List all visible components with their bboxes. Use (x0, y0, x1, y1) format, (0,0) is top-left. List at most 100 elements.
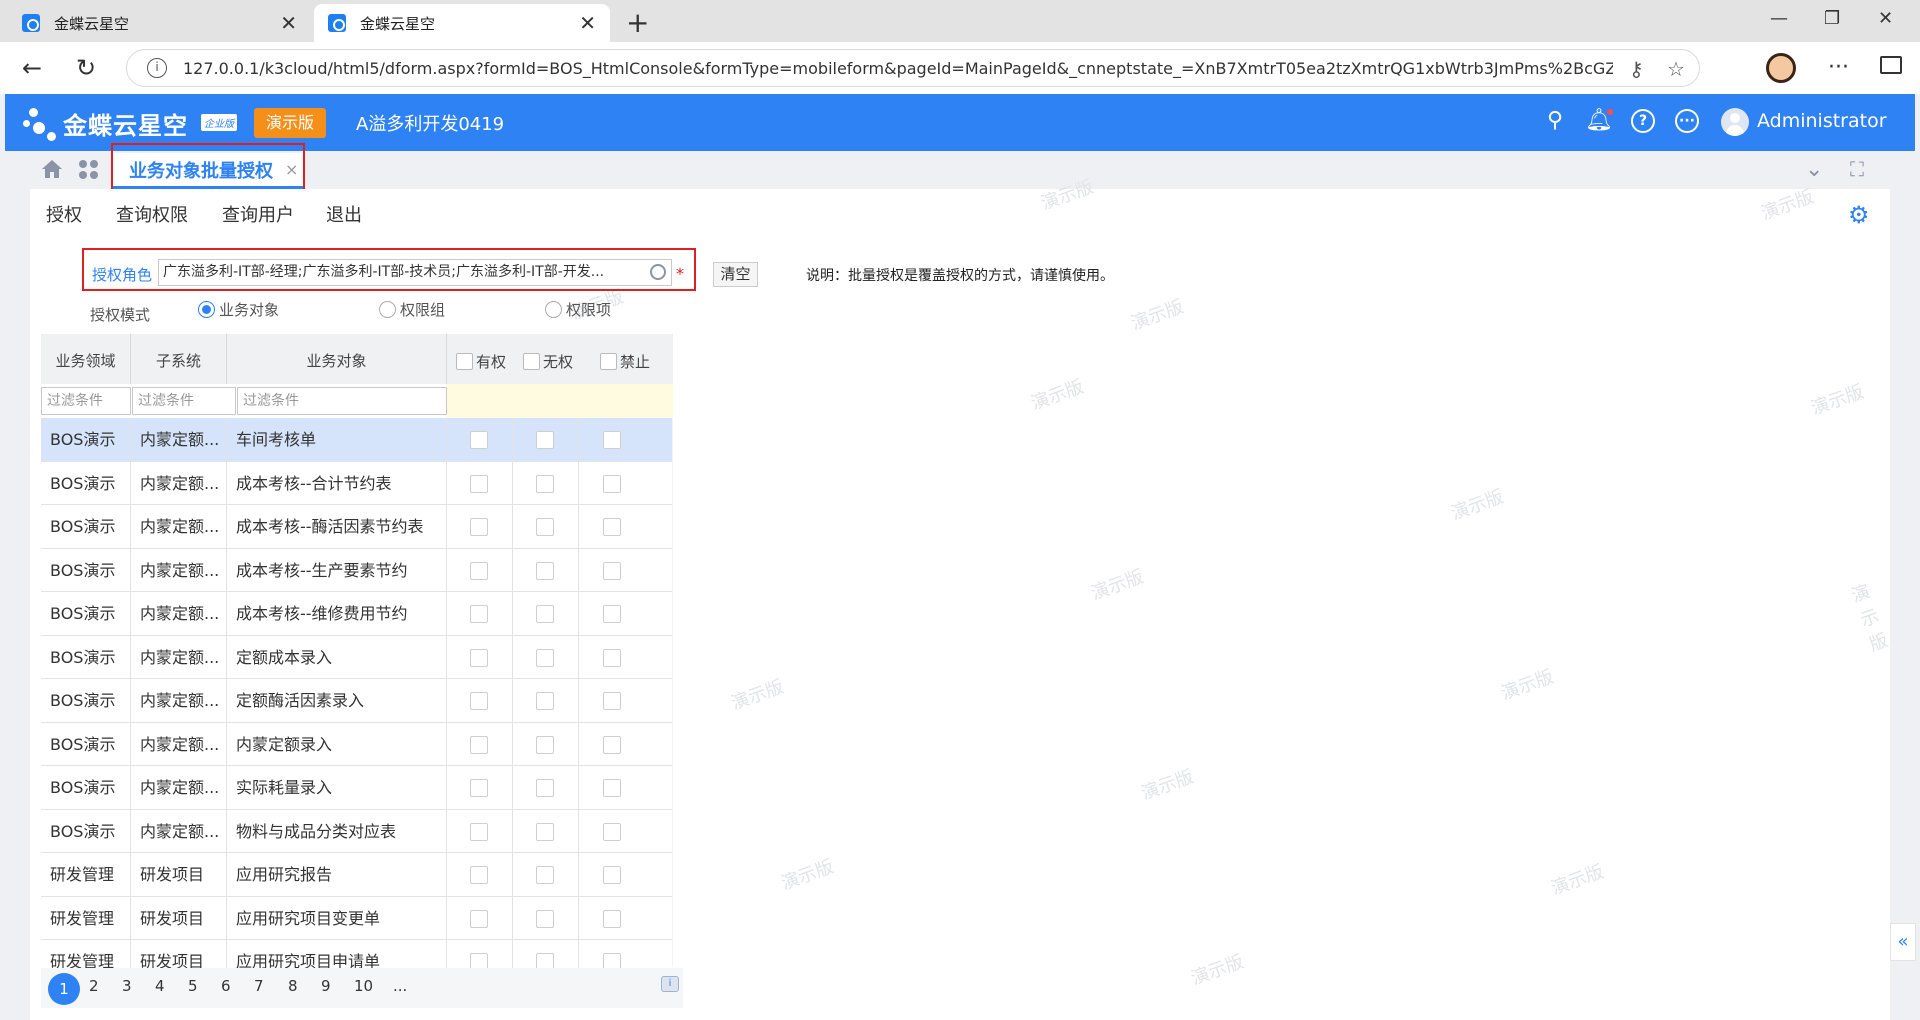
page-link[interactable]: 1 (48, 973, 80, 1005)
header-check-has[interactable]: 有权 (456, 351, 506, 372)
page-link[interactable]: 9 (321, 977, 331, 995)
table-row[interactable]: BOS演示 内蒙定额... 物料与成品分类对应表 (41, 809, 673, 853)
user-avatar[interactable] (1721, 108, 1749, 136)
page-link[interactable]: 3 (122, 977, 132, 995)
table-row[interactable]: BOS演示 内蒙定额... 成本考核--维修费用节约 (41, 592, 673, 636)
checkbox-forbid[interactable] (603, 909, 621, 928)
page-link[interactable]: 8 (288, 977, 298, 995)
checkbox-none[interactable] (536, 779, 554, 797)
checkbox[interactable] (456, 353, 473, 370)
checkbox-none[interactable] (536, 909, 554, 928)
sidebar-toggle-icon[interactable] (1880, 56, 1902, 74)
checkbox-forbid[interactable] (603, 561, 621, 580)
checkbox-has[interactable] (470, 431, 488, 449)
user-name[interactable]: Administrator (1757, 110, 1887, 132)
clear-button[interactable]: 清空 (713, 262, 758, 287)
checkbox-forbid[interactable] (603, 692, 621, 710)
header-check-none[interactable]: 无权 (523, 351, 573, 372)
checkbox-none[interactable] (536, 648, 554, 667)
checkbox-forbid[interactable] (603, 866, 621, 884)
checkbox-has[interactable] (470, 866, 488, 884)
checkbox-forbid[interactable] (603, 605, 621, 623)
checkbox-none[interactable] (536, 866, 554, 884)
checkbox-forbid[interactable] (603, 431, 621, 449)
fullscreen-icon[interactable]: ⛶ (1850, 157, 1864, 181)
gear-icon[interactable]: ⚙ (1848, 201, 1870, 229)
favorite-star-icon[interactable]: ☆ (1667, 57, 1685, 81)
checkbox-has[interactable] (470, 909, 488, 928)
radio-dot[interactable] (379, 301, 396, 318)
browser-tab-1[interactable]: 金蝶云星空 ✕ (8, 4, 311, 42)
table-row[interactable]: 研发管理 研发项目 应用研究项目变更单 (41, 896, 673, 940)
checkbox-forbid[interactable] (603, 822, 621, 841)
column-header-domain[interactable]: 业务领域 (41, 334, 131, 384)
browser-tab-2[interactable]: 金蝶云星空 ✕ (314, 4, 610, 42)
table-row[interactable]: BOS演示 内蒙定额... 车间考核单 (41, 418, 673, 462)
column-header-object[interactable]: 业务对象 (227, 334, 447, 384)
checkbox-none[interactable] (536, 605, 554, 623)
column-header-subsystem[interactable]: 子系统 (131, 334, 227, 384)
radio-dot[interactable] (545, 301, 562, 318)
radio-business-object[interactable]: 业务对象 (198, 299, 279, 320)
table-row[interactable]: BOS演示 内蒙定额... 成本考核--生产要素节约 (41, 548, 673, 592)
more-menu-icon[interactable]: ··· (1828, 55, 1849, 80)
checkbox-forbid[interactable] (603, 518, 621, 536)
page-link[interactable]: ... (393, 977, 407, 995)
close-tab-icon[interactable]: ✕ (280, 11, 297, 35)
checkbox-none[interactable] (536, 822, 554, 841)
checkbox-has[interactable] (470, 561, 488, 580)
password-key-icon[interactable]: ⚷ (1629, 57, 1644, 81)
browser-profile-avatar[interactable] (1766, 53, 1796, 83)
authorize-button[interactable]: 授权 (46, 201, 82, 227)
minimize-icon[interactable]: — (1770, 8, 1788, 29)
header-check-forbid[interactable]: 禁止 (600, 351, 650, 372)
page-link[interactable]: 2 (89, 977, 99, 995)
filter-input-subsystem[interactable]: 过滤条件 (132, 387, 236, 415)
radio-permission-item[interactable]: 权限项 (545, 299, 611, 320)
checkbox-forbid[interactable] (603, 779, 621, 797)
checkbox-has[interactable] (470, 474, 488, 493)
checkbox-none[interactable] (536, 474, 554, 493)
query-permission-button[interactable]: 查询权限 (116, 201, 188, 227)
restore-icon[interactable]: ❐ (1824, 8, 1840, 29)
bell-icon[interactable]: 🔔︎ (1585, 109, 1613, 133)
table-row[interactable]: 研发管理 研发项目 应用研究报告 (41, 853, 673, 897)
site-info-icon[interactable]: i (147, 58, 167, 78)
query-user-button[interactable]: 查询用户 (222, 201, 294, 227)
table-row[interactable]: BOS演示 内蒙定额... 定额成本录入 (41, 635, 673, 679)
radio-dot[interactable] (198, 301, 215, 318)
home-icon[interactable] (41, 159, 63, 179)
close-tab-icon[interactable]: ✕ (579, 11, 596, 35)
page-link[interactable]: 10 (354, 977, 373, 995)
checkbox-none[interactable] (536, 692, 554, 710)
checkbox[interactable] (523, 353, 540, 370)
url-field[interactable]: i 127.0.0.1/k3cloud/html5/dform.aspx?for… (126, 49, 1700, 87)
new-tab-icon[interactable]: + (626, 6, 649, 39)
company-name[interactable]: A溢多利开发0419 (356, 110, 504, 136)
reload-icon[interactable]: ↻ (76, 54, 96, 82)
page-link[interactable]: 4 (155, 977, 165, 995)
checkbox-none[interactable] (536, 735, 554, 754)
collapse-tabs-icon[interactable]: ⌄ (1805, 157, 1823, 182)
checkbox-has[interactable] (470, 692, 488, 710)
checkbox-has[interactable] (470, 779, 488, 797)
checkbox-none[interactable] (536, 518, 554, 536)
page-link[interactable]: 6 (221, 977, 231, 995)
checkbox[interactable] (600, 353, 617, 370)
checkbox-has[interactable] (470, 518, 488, 536)
back-icon[interactable]: ← (22, 54, 42, 82)
page-info-icon[interactable]: i (661, 976, 679, 992)
table-row[interactable]: BOS演示 内蒙定额... 成本考核--酶活因素节约表 (41, 505, 673, 549)
help-icon[interactable]: ? (1631, 109, 1655, 133)
table-row[interactable]: BOS演示 内蒙定额... 实际耗量录入 (41, 766, 673, 810)
more-options-icon[interactable]: ··· (1675, 109, 1699, 133)
checkbox-has[interactable] (470, 648, 488, 667)
vertical-scrollbar[interactable] (672, 418, 673, 966)
collapse-panel-icon[interactable]: « (1890, 923, 1916, 961)
filter-input-object[interactable]: 过滤条件 (237, 387, 447, 415)
checkbox-forbid[interactable] (603, 735, 621, 754)
checkbox-none[interactable] (536, 561, 554, 580)
table-row[interactable]: BOS演示 内蒙定额... 内蒙定额录入 (41, 722, 673, 766)
search-icon[interactable]: ⚲ (1543, 109, 1567, 133)
exit-button[interactable]: 退出 (326, 201, 362, 227)
